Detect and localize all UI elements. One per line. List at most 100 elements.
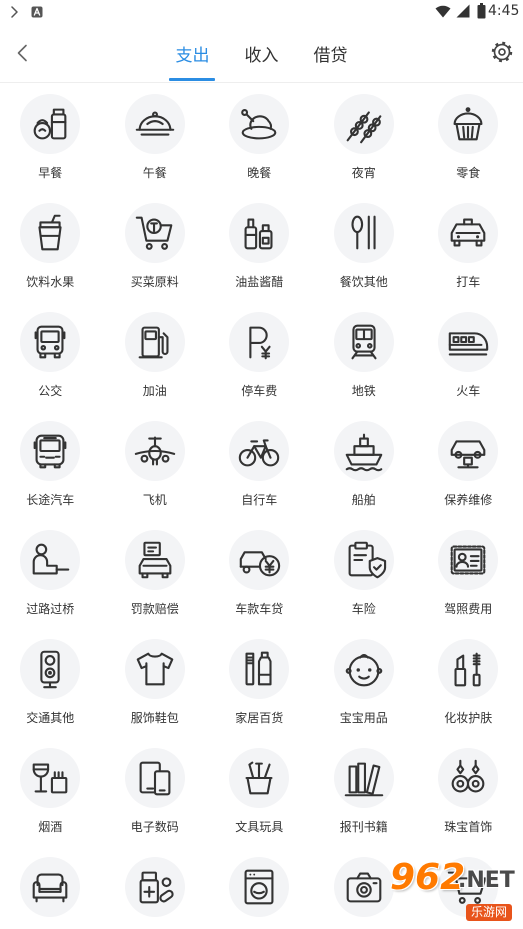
tab-label: 收入 bbox=[244, 45, 279, 66]
category-item-car-loan[interactable]: 车款车贷 bbox=[207, 525, 312, 634]
category-label: 罚款赔偿 bbox=[130, 602, 179, 616]
category-item-snack[interactable]: 零食 bbox=[416, 89, 521, 198]
category-item-parking[interactable]: 停车费 bbox=[207, 307, 312, 416]
dining-other-icon bbox=[351, 215, 376, 250]
category-item-subway[interactable]: 地铁 bbox=[312, 307, 417, 416]
category-label: 珠宝首饰 bbox=[444, 820, 493, 834]
category-label: 烟酒 bbox=[38, 820, 63, 834]
signal-icon bbox=[456, 4, 470, 18]
active-tab-indicator bbox=[169, 78, 215, 81]
snack-icon bbox=[453, 107, 483, 141]
category-icon-circle bbox=[229, 203, 290, 263]
category-item-fine[interactable]: 罚款赔偿 bbox=[103, 525, 208, 634]
category-icon-circle bbox=[20, 530, 81, 590]
category-item-license[interactable]: 驾照费用 bbox=[416, 525, 521, 634]
category-item-condiment[interactable]: 油盐酱醋 bbox=[207, 198, 312, 307]
back-button[interactable] bbox=[12, 43, 32, 63]
category-icon-circle bbox=[20, 748, 81, 808]
category-item-furniture[interactable] bbox=[0, 852, 103, 929]
category-icon-circle bbox=[124, 857, 185, 917]
category-label: 化妆护肤 bbox=[444, 711, 493, 725]
category-label: 加油 bbox=[142, 384, 167, 398]
category-icon-circle bbox=[438, 530, 499, 590]
airplane-icon bbox=[134, 436, 175, 466]
category-item-lunch[interactable]: 午餐 bbox=[103, 89, 208, 198]
category-icon-circle bbox=[333, 94, 394, 154]
camera-icon bbox=[346, 872, 382, 903]
drink-fruit-icon bbox=[38, 214, 62, 251]
category-item-dining-other[interactable]: 餐饮其他 bbox=[312, 198, 417, 307]
category-label: 服饰鞋包 bbox=[130, 711, 179, 725]
midnight-snack-icon bbox=[346, 111, 382, 144]
category-item-jewelry[interactable]: 珠宝首饰 bbox=[416, 743, 521, 852]
settings-button[interactable] bbox=[491, 41, 513, 63]
category-item-grocery[interactable]: 买菜原料 bbox=[103, 198, 208, 307]
train-icon bbox=[448, 332, 489, 356]
category-item-electronics[interactable]: 电子数码 bbox=[103, 743, 208, 852]
tab-expense[interactable]: 支出 bbox=[158, 24, 227, 82]
category-item-taxi[interactable]: 打车 bbox=[416, 198, 521, 307]
toll-icon bbox=[32, 543, 70, 575]
category-item-medicine[interactable] bbox=[103, 852, 208, 929]
category-icon-circle bbox=[20, 203, 81, 263]
category-icon-circle bbox=[229, 530, 290, 590]
category-grid: 早餐 午餐 晚餐 夜宵 零食饮料水果 买菜原料 油盐酱醋 餐饮其他 打车公交 加油 停车费 地铁 火车长… bbox=[0, 89, 521, 929]
category-item-household[interactable]: 家居百货 bbox=[207, 634, 312, 743]
category-item-books[interactable]: 报刊书籍 bbox=[312, 743, 417, 852]
category-label: 午餐 bbox=[142, 166, 167, 180]
coach-icon bbox=[33, 434, 67, 469]
category-item-stationery[interactable]: 文具玩具 bbox=[207, 743, 312, 852]
category-icon-circle bbox=[333, 857, 394, 917]
category-item-bus[interactable]: 公交 bbox=[0, 307, 103, 416]
category-icon-circle bbox=[124, 639, 185, 699]
category-item-midnight-snack[interactable]: 夜宵 bbox=[312, 89, 417, 198]
category-label: 过路过桥 bbox=[26, 602, 75, 616]
watermark-number: 962 bbox=[390, 857, 466, 898]
category-grid-container: 早餐 午餐 晚餐 夜宵 零食饮料水果 买菜原料 油盐酱醋 餐饮其他 打车公交 加油 停车费 地铁 火车长… bbox=[0, 89, 523, 929]
category-item-drink-fruit[interactable]: 饮料水果 bbox=[0, 198, 103, 307]
category-item-toll[interactable]: 过路过桥 bbox=[0, 525, 103, 634]
category-label: 餐饮其他 bbox=[339, 275, 388, 289]
category-item-car-insurance[interactable]: 车险 bbox=[312, 525, 417, 634]
category-icon-circle bbox=[438, 203, 499, 263]
category-item-maintenance[interactable]: 保养维修 bbox=[416, 416, 521, 525]
category-item-bicycle[interactable]: 自行车 bbox=[207, 416, 312, 525]
tab-loan[interactable]: 借贷 bbox=[296, 24, 365, 82]
category-label: 船舶 bbox=[351, 493, 376, 507]
category-item-fuel[interactable]: 加油 bbox=[103, 307, 208, 416]
category-icon-circle bbox=[229, 639, 290, 699]
category-label: 自行车 bbox=[241, 493, 278, 507]
watermark-logo: 962 .NET 乐游网 bbox=[386, 856, 520, 926]
category-item-appliance[interactable] bbox=[207, 852, 312, 929]
category-icon-circle bbox=[333, 748, 394, 808]
category-item-airplane[interactable]: 飞机 bbox=[103, 416, 208, 525]
category-item-breakfast[interactable]: 早餐 bbox=[0, 89, 103, 198]
category-icon-circle bbox=[124, 748, 185, 808]
category-item-tobacco-alcohol[interactable]: 烟酒 bbox=[0, 743, 103, 852]
category-item-dinner[interactable]: 晚餐 bbox=[207, 89, 312, 198]
category-item-clothing[interactable]: 服饰鞋包 bbox=[103, 634, 208, 743]
category-label: 车险 bbox=[351, 602, 376, 616]
category-label: 驾照费用 bbox=[444, 602, 493, 616]
category-icon-circle bbox=[20, 639, 81, 699]
category-item-cosmetics[interactable]: 化妆护肤 bbox=[416, 634, 521, 743]
category-label: 火车 bbox=[456, 384, 481, 398]
battery-icon bbox=[477, 3, 486, 19]
category-label: 零食 bbox=[456, 166, 481, 180]
category-item-traffic-other[interactable]: 交通其他 bbox=[0, 634, 103, 743]
category-icon-circle bbox=[333, 421, 394, 481]
license-icon bbox=[450, 545, 486, 575]
category-label: 报刊书籍 bbox=[339, 820, 388, 834]
car-insurance-icon bbox=[348, 541, 386, 579]
category-icon-circle bbox=[229, 421, 290, 481]
category-item-baby[interactable]: 宝宝用品 bbox=[312, 634, 417, 743]
category-item-train[interactable]: 火车 bbox=[416, 307, 521, 416]
traffic-other-icon bbox=[40, 650, 60, 689]
category-label: 飞机 bbox=[142, 493, 167, 507]
grocery-icon bbox=[135, 216, 173, 250]
household-icon bbox=[245, 651, 272, 686]
category-icon-circle bbox=[20, 312, 81, 372]
category-item-ship[interactable]: 船舶 bbox=[312, 416, 417, 525]
tab-income[interactable]: 收入 bbox=[227, 24, 296, 82]
category-item-coach[interactable]: 长途汽车 bbox=[0, 416, 103, 525]
